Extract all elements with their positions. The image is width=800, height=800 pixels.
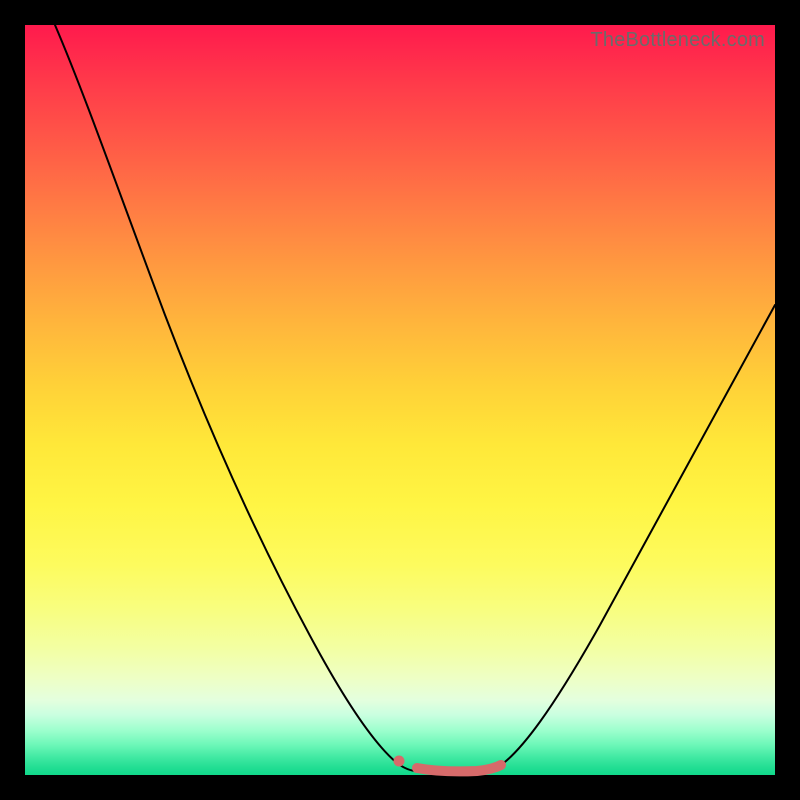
chart-svg — [25, 25, 775, 775]
optimal-start-dot — [394, 756, 405, 767]
right-curve — [495, 305, 775, 769]
optimal-range-marker — [417, 765, 501, 771]
left-curve — [55, 25, 417, 771]
chart-frame: TheBottleneck.com — [0, 0, 800, 800]
plot-area: TheBottleneck.com — [25, 25, 775, 775]
